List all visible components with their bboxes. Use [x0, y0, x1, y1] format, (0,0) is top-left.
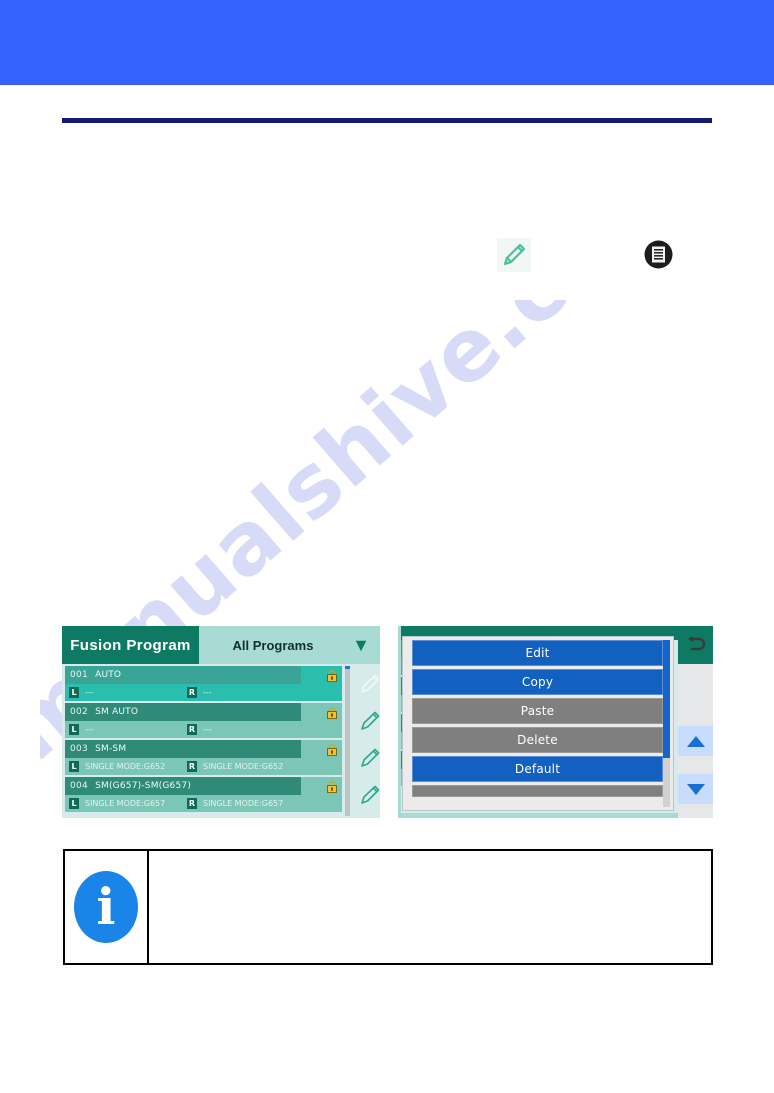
note-callout-box: i [63, 849, 713, 965]
lock-icon [327, 780, 337, 793]
program-filter-label[interactable]: All Programs [199, 626, 347, 664]
left-fiber-tag: L [69, 761, 79, 772]
table-row[interactable]: 003 SM-SM L SINGLE MODE:G652 R SINGLE MO… [65, 740, 380, 775]
scroll-up-button[interactable] [678, 726, 713, 756]
program-context-menu-screen: Edit Copy Paste Delete Default [398, 626, 713, 818]
right-fiber-tag: R [187, 687, 197, 698]
note-icon-cell: i [65, 851, 149, 963]
lock-icon [327, 743, 337, 756]
lock-icon [327, 706, 337, 719]
right-fiber-tag: R [187, 724, 197, 735]
edit-pencil-icon[interactable] [357, 708, 380, 734]
edit-pencil-icon[interactable] [357, 782, 380, 808]
program-number: 002 [70, 707, 89, 717]
right-fiber-value: --- [202, 725, 212, 734]
program-name: SM(G657)-SM(G657) [95, 781, 192, 791]
note-text [149, 851, 711, 963]
program-row-detail: L --- R --- [65, 684, 301, 701]
program-list[interactable]: 001 AUTO L --- R --- 002 SM AUTO L --- R… [65, 666, 380, 816]
program-row-detail: L --- R --- [65, 721, 301, 738]
triangle-down-icon [686, 783, 705, 795]
left-fiber-value: SINGLE MODE:G657 [84, 799, 166, 808]
left-fiber-tag: L [69, 798, 79, 809]
program-row-detail: L SINGLE MODE:G652 R SINGLE MODE:G652 [65, 758, 301, 775]
program-name: SM AUTO [95, 707, 139, 717]
page-top-banner [0, 0, 774, 85]
menu-item-delete[interactable]: Delete [412, 727, 663, 753]
menu-item-paste[interactable]: Paste [412, 698, 663, 724]
triangle-up-icon [686, 735, 705, 747]
edit-pencil-icon[interactable] [357, 671, 380, 697]
program-row-title: 003 SM-SM [65, 740, 301, 758]
program-number: 003 [70, 744, 89, 754]
pencil-edit-icon [497, 238, 531, 272]
menu-item-edit[interactable]: Edit [412, 640, 663, 666]
right-fiber-value: --- [202, 688, 212, 697]
right-fiber-tag: R [187, 761, 197, 772]
screen-left-edge [398, 626, 401, 818]
program-name: AUTO [95, 670, 122, 680]
back-button[interactable] [678, 626, 713, 664]
left-fiber-value: --- [84, 688, 94, 697]
fusion-program-screen: Fusion Program All Programs ▼ 001 AUTO L… [62, 626, 380, 818]
menu-item-default[interactable]: Default [412, 756, 663, 782]
menu-scrollbar-thumb[interactable] [663, 640, 670, 758]
menu-item-copy[interactable]: Copy [412, 669, 663, 695]
program-number: 001 [70, 670, 89, 680]
left-fiber-value: SINGLE MODE:G652 [84, 762, 166, 771]
left-fiber-value: --- [84, 725, 94, 734]
program-row-title: 002 SM AUTO [65, 703, 301, 721]
edit-pencil-icon[interactable] [357, 745, 380, 771]
right-fiber-value: SINGLE MODE:G652 [202, 762, 284, 771]
info-icon: i [74, 871, 138, 943]
table-row[interactable]: 002 SM AUTO L --- R --- [65, 703, 380, 738]
page-title: Fusion Program [62, 626, 199, 664]
back-arrow-icon [688, 636, 705, 651]
table-row[interactable]: 004 SM(G657)-SM(G657) L SINGLE MODE:G657… [65, 777, 380, 812]
program-list-scrollbar[interactable] [345, 666, 350, 816]
list-document-icon [644, 240, 673, 269]
table-row[interactable]: 001 AUTO L --- R --- [65, 666, 380, 701]
lock-icon [327, 669, 337, 682]
chevron-down-icon[interactable]: ▼ [347, 626, 375, 664]
fusion-program-header: Fusion Program All Programs ▼ [62, 626, 380, 664]
program-row-title: 004 SM(G657)-SM(G657) [65, 777, 301, 795]
left-fiber-tag: L [69, 724, 79, 735]
program-row-detail: L SINGLE MODE:G657 R SINGLE MODE:G657 [65, 795, 301, 812]
menu-item-partial[interactable] [412, 785, 663, 797]
program-number: 004 [70, 781, 89, 791]
right-fiber-tag: R [187, 798, 197, 809]
right-fiber-value: SINGLE MODE:G657 [202, 799, 284, 808]
program-list-scroll-thumb[interactable] [345, 666, 350, 669]
context-menu-dialog: Edit Copy Paste Delete Default [402, 636, 674, 811]
screen-bottom-edge [398, 813, 713, 818]
scroll-down-button[interactable] [678, 774, 713, 804]
left-fiber-tag: L [69, 687, 79, 698]
header-divider-rule [62, 118, 712, 123]
program-row-title: 001 AUTO [65, 666, 301, 684]
program-name: SM-SM [95, 744, 127, 754]
